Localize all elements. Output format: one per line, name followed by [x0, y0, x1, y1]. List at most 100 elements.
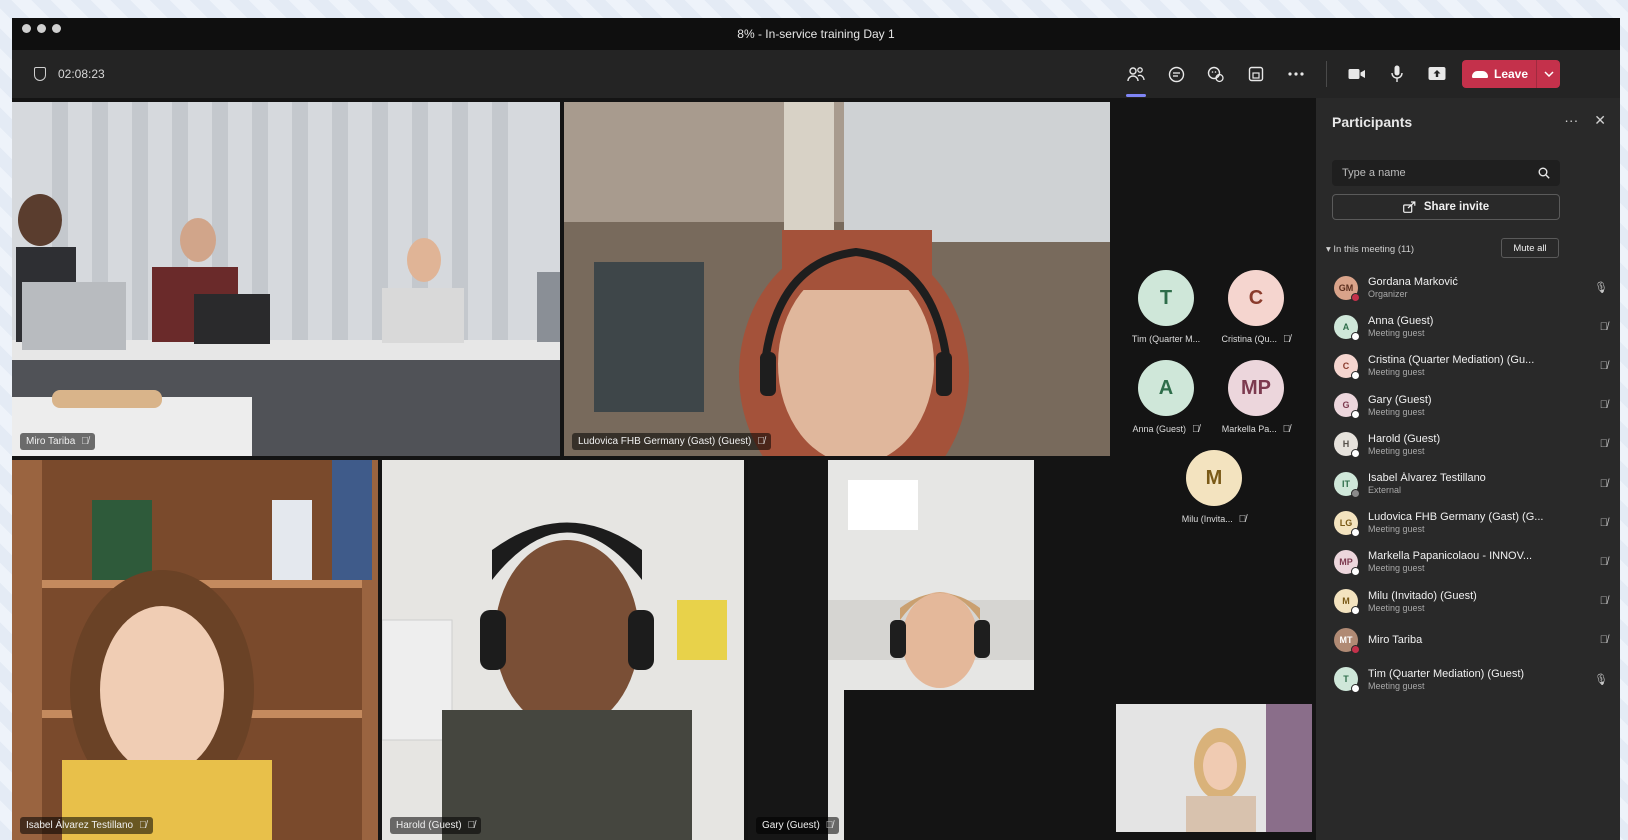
roster-avatar[interactable]: M Milu (Invita... 🎙̸	[1112, 450, 1316, 525]
section-header[interactable]: ▾ In this meeting (11)	[1326, 244, 1414, 255]
participant-row[interactable]: GM Gordana Marković Organizer 🎙	[1316, 268, 1620, 307]
toolbar-actions	[1124, 50, 1449, 98]
audio-only-roster: T Tim (Quarter M... C Cristina (Qu... 🎙̸ …	[1112, 98, 1316, 698]
participant-name: Tim (Quarter Mediation) (Guest)	[1368, 667, 1525, 680]
more-icon[interactable]: ···	[1564, 112, 1578, 129]
more-icon[interactable]	[1284, 62, 1308, 86]
self-view-video[interactable]	[1116, 704, 1312, 832]
participant-role: Meeting guest	[1368, 563, 1425, 574]
participant-row[interactable]: C Cristina (Quarter Mediation) (Gu... Meet…	[1316, 346, 1620, 385]
mic-icon[interactable]: 🎙	[1594, 281, 1608, 294]
mic-off-icon[interactable]: 🎙̸	[1600, 634, 1608, 646]
meeting-timer: 02:08:23	[34, 67, 105, 81]
participant-row[interactable]: M Milu (Invitado) (Guest) Meeting guest 🎙̸	[1316, 582, 1620, 621]
video-tile[interactable]: Harold (Guest) 🎙̸	[382, 460, 744, 840]
participant-name: Gordana Marković	[1368, 276, 1458, 289]
panel-title: Participants	[1332, 114, 1413, 130]
mute-all-button[interactable]: Mute all	[1501, 238, 1559, 258]
share-invite-button[interactable]: Share invite	[1332, 194, 1560, 220]
avatar: C	[1228, 270, 1284, 326]
roster-name: Cristina (Qu...	[1221, 334, 1277, 344]
mic-icon[interactable]	[1385, 62, 1409, 86]
participant-name: Anna (Guest)	[1368, 315, 1434, 328]
presence-dot	[1351, 331, 1360, 341]
participant-row[interactable]: MP Markella Papanicolaou - INNOV... Meetin…	[1316, 542, 1620, 581]
mic-off-icon[interactable]: 🎙̸	[1600, 438, 1608, 450]
mic-off-icon: 🎙̸	[1283, 334, 1291, 345]
avatar: C	[1334, 353, 1360, 380]
participant-row[interactable]: IT Isabel Álvarez Testillano External 🎙̸	[1316, 464, 1620, 503]
video-tile[interactable]: Ludovica FHB Germany (Gast) (Guest) 🎙̸	[564, 102, 1110, 456]
mic-off-icon[interactable]: 🎙̸	[1600, 360, 1608, 372]
mic-off-icon[interactable]: 🎙̸	[1600, 399, 1608, 411]
search-input[interactable]: Type a name	[1332, 160, 1560, 186]
leave-options-button[interactable]	[1536, 60, 1560, 88]
chat-icon[interactable]	[1164, 62, 1188, 86]
mic-off-icon[interactable]: 🎙̸	[1600, 595, 1608, 607]
window-controls[interactable]	[22, 24, 61, 33]
avatar: IT	[1334, 471, 1360, 498]
participant-role: External	[1368, 485, 1402, 496]
toolbar-divider	[1326, 61, 1327, 87]
mic-off-icon: 🎙̸	[139, 820, 147, 831]
tile-name-label: Isabel Álvarez Testillano 🎙̸	[20, 817, 153, 834]
video-feed-classroom	[12, 102, 560, 456]
participant-name: Harold (Guest)	[1368, 432, 1441, 445]
participant-name: Harold (Guest)	[396, 820, 462, 831]
video-feed-ludovica	[564, 102, 1110, 456]
avatar: M	[1186, 450, 1242, 506]
participant-row[interactable]: LG Ludovica FHB Germany (Gast) (G... Meeti…	[1316, 503, 1620, 542]
presence-dot	[1351, 527, 1360, 537]
mic-off-icon: 🎙̸	[81, 436, 89, 447]
participant-row[interactable]: T Tim (Quarter Mediation) (Guest) Meeting …	[1316, 660, 1620, 699]
leave-button[interactable]: Leave	[1462, 60, 1536, 88]
mic-off-icon[interactable]: 🎙̸	[1600, 478, 1608, 490]
presence-dot	[1351, 292, 1360, 302]
camera-icon[interactable]	[1345, 62, 1369, 86]
participant-name: Cristina (Quarter Mediation) (Gu...	[1368, 354, 1535, 367]
minimize-window-dot[interactable]	[37, 24, 46, 33]
participant-row[interactable]: G Gary (Guest) Meeting guest 🎙̸	[1316, 386, 1620, 425]
leave-button-group: Leave	[1462, 60, 1560, 88]
presence-dot	[1351, 684, 1360, 694]
mic-off-icon[interactable]: 🎙̸	[1600, 321, 1608, 333]
tile-name-label: Harold (Guest) 🎙̸	[390, 817, 482, 834]
participant-role: Meeting guest	[1368, 406, 1425, 417]
avatar: MP	[1228, 360, 1284, 416]
presence-dot	[1351, 410, 1360, 420]
mic-off-icon[interactable]: 🎙̸	[1600, 556, 1608, 568]
participant-name: Miro Tariba	[26, 436, 76, 447]
maximize-window-dot[interactable]	[52, 24, 61, 33]
avatar: H	[1334, 432, 1360, 459]
participant-role: Meeting guest	[1368, 602, 1425, 613]
people-icon[interactable]	[1124, 62, 1148, 97]
share-icon[interactable]	[1425, 62, 1449, 86]
leave-label: Leave	[1494, 67, 1529, 81]
participant-row[interactable]: H Harold (Guest) Meeting guest 🎙̸	[1316, 425, 1620, 464]
participant-role: Meeting guest	[1368, 524, 1425, 535]
participant-row[interactable]: MT Miro Tariba 🎙̸	[1316, 621, 1620, 660]
avatar: GM	[1334, 275, 1360, 302]
rooms-icon[interactable]	[1244, 62, 1268, 86]
reactions-icon[interactable]	[1204, 62, 1228, 86]
video-tile[interactable]: Isabel Álvarez Testillano 🎙̸	[12, 460, 378, 840]
video-tile[interactable]: Miro Tariba 🎙̸	[12, 102, 560, 456]
participant-role: Meeting guest	[1368, 445, 1425, 456]
participants-panel: Participants ··· ✕ Type a name Share inv…	[1316, 98, 1620, 840]
mic-icon[interactable]: 🎙	[1594, 673, 1608, 686]
avatar: MP	[1334, 549, 1360, 576]
participant-role: Meeting guest	[1368, 367, 1425, 378]
mic-off-icon[interactable]: 🎙̸	[1600, 517, 1608, 529]
participant-role: Meeting guest	[1368, 328, 1425, 339]
participant-row[interactable]: A Anna (Guest) Meeting guest 🎙̸	[1316, 307, 1620, 346]
participant-name: Ludovica FHB Germany (Gast) (G...	[1368, 511, 1544, 524]
video-tile[interactable]: Gary (Guest) 🎙̸	[748, 460, 1034, 840]
avatar: G	[1334, 393, 1360, 420]
presence-dot	[1351, 566, 1360, 576]
participant-name: Miro Tariba	[1368, 633, 1423, 646]
participant-name: Milu (Invitado) (Guest)	[1368, 589, 1477, 602]
presence-dot	[1351, 645, 1360, 655]
video-feed-isabel	[12, 460, 378, 840]
close-window-dot[interactable]	[22, 24, 31, 33]
close-icon[interactable]: ✕	[1594, 112, 1606, 129]
